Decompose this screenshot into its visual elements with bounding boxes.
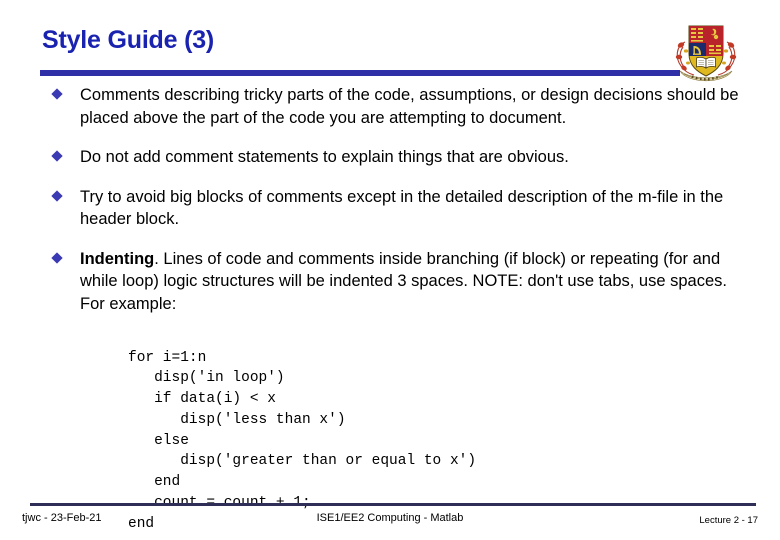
title-divider <box>40 70 680 76</box>
university-crest-logo <box>672 16 740 90</box>
code-example: for i=1:n disp('in loop') if data(i) < x… <box>128 349 477 532</box>
list-item: Indenting. Lines of code and comments in… <box>48 248 748 316</box>
bullet-bold-lead: Indenting <box>80 249 155 268</box>
crest-book-icon <box>696 56 716 69</box>
diamond-bullet-icon <box>51 148 64 161</box>
crest-svg <box>675 25 737 81</box>
bullet-list: Comments describing tricky parts of the … <box>48 84 748 331</box>
footer-course-title: ISE1/EE2 Computing - Matlab <box>316 512 464 524</box>
list-item: Do not add comment statements to explain… <box>48 146 748 169</box>
bullet-text: Do not add comment statements to explain… <box>80 148 569 166</box>
bullet-text: Indenting. Lines of code and comments in… <box>80 249 727 313</box>
diamond-bullet-icon <box>51 188 64 201</box>
bullet-text: Comments describing tricky parts of the … <box>80 86 739 127</box>
page-title: Style Guide (3) <box>42 26 215 54</box>
diamond-bullet-icon <box>51 250 64 263</box>
list-item: Comments describing tricky parts of the … <box>48 84 748 129</box>
diamond-bullet-icon <box>51 86 64 99</box>
footer-divider <box>30 503 756 506</box>
slide-canvas: Style Guide (3) Comments describing tric… <box>0 0 780 540</box>
list-item: Try to avoid big blocks of comments exce… <box>48 186 748 231</box>
bullet-text: Try to avoid big blocks of comments exce… <box>80 187 724 229</box>
footer-slide-number: Lecture 2 - 17 <box>699 515 758 526</box>
